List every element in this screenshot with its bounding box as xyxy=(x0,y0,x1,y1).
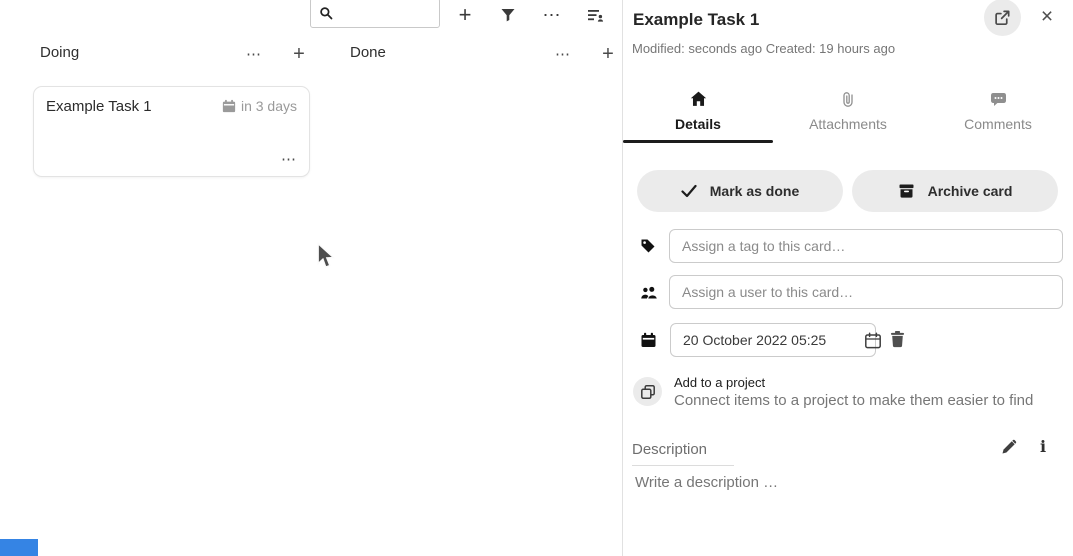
tag-icon xyxy=(640,238,656,254)
column-header-done: Done ⋯ + xyxy=(350,44,620,70)
filter-button[interactable] xyxy=(495,2,521,28)
chat-bubble-icon xyxy=(990,89,1007,109)
mouse-cursor xyxy=(315,242,339,272)
due-date-row xyxy=(623,323,1073,357)
tab-label: Comments xyxy=(964,116,1032,132)
card-title: Example Task 1 xyxy=(46,98,152,115)
assign-tag-input[interactable] xyxy=(669,229,1063,263)
panel-title: Example Task 1 xyxy=(633,10,759,30)
column-done-add-card-button[interactable]: + xyxy=(595,41,621,67)
sort-list-icon xyxy=(587,7,604,23)
tab-label: Attachments xyxy=(809,116,887,132)
app-window: + ⋯ Doing ⋯ + xyxy=(0,0,1073,556)
add-to-project-title: Add to a project xyxy=(674,375,1033,390)
archive-card-button[interactable]: Archive card xyxy=(852,170,1058,212)
external-link-icon xyxy=(994,9,1011,26)
paperclip-icon xyxy=(842,89,854,109)
column-title: Doing xyxy=(40,44,79,61)
user-row xyxy=(623,275,1073,309)
remove-due-date-button[interactable] xyxy=(889,330,906,348)
tab-comments[interactable]: Comments xyxy=(923,84,1073,143)
due-date-field[interactable] xyxy=(670,323,876,357)
kanban-board: + ⋯ Doing ⋯ + xyxy=(0,0,622,556)
open-calendar-button[interactable] xyxy=(864,332,882,349)
card-details-panel: Example Task 1 Modified: seconds ago Cre… xyxy=(623,0,1073,556)
archive-card-label: Archive card xyxy=(928,183,1013,199)
search-icon xyxy=(319,6,333,20)
open-in-window-button[interactable] xyxy=(984,0,1021,36)
column-header-doing: Doing ⋯ + xyxy=(40,44,310,70)
due-date-input[interactable] xyxy=(683,332,864,348)
add-board-item-button[interactable]: + xyxy=(452,2,478,28)
column-doing-add-card-button[interactable]: + xyxy=(286,41,312,67)
card-due-date: in 3 days xyxy=(222,98,297,114)
search-input[interactable] xyxy=(339,6,435,21)
calendar-outline-icon xyxy=(864,332,882,349)
mark-as-done-button[interactable]: Mark as done xyxy=(637,170,843,212)
card-due-label: in 3 days xyxy=(241,98,297,114)
description-placeholder[interactable]: Write a description … xyxy=(635,474,778,491)
add-to-project-row[interactable]: Add to a project Connect items to a proj… xyxy=(633,375,1033,409)
home-icon xyxy=(690,89,707,109)
board-menu-button[interactable]: ⋯ xyxy=(539,2,565,28)
funnel-icon xyxy=(500,7,516,23)
tab-details[interactable]: Details xyxy=(623,84,773,143)
users-icon xyxy=(640,285,658,300)
tag-row xyxy=(623,229,1073,263)
trash-icon xyxy=(889,330,906,348)
calendar-icon xyxy=(640,332,657,348)
info-icon[interactable]: i xyxy=(1040,437,1046,456)
sort-view-button[interactable] xyxy=(582,2,608,28)
mark-as-done-label: Mark as done xyxy=(710,183,799,199)
assign-user-input[interactable] xyxy=(669,275,1063,309)
column-doing-menu-button[interactable]: ⋯ xyxy=(241,41,267,67)
project-stack-icon xyxy=(633,377,662,406)
description-label: Description xyxy=(632,441,734,466)
calendar-icon xyxy=(222,99,236,113)
search-box[interactable] xyxy=(310,0,440,28)
add-to-project-subtitle: Connect items to a project to make them … xyxy=(674,392,1033,409)
description-header: Description i xyxy=(623,437,1073,463)
column-title: Done xyxy=(350,44,386,61)
panel-modified-created: Modified: seconds ago Created: 19 hours … xyxy=(632,41,895,56)
card-menu-button[interactable]: ⋯ xyxy=(281,150,297,168)
bottom-left-blue-box xyxy=(0,539,38,556)
pencil-icon xyxy=(1001,439,1017,455)
task-card[interactable]: Example Task 1 in 3 days ⋯ xyxy=(33,86,310,177)
column-done-menu-button[interactable]: ⋯ xyxy=(550,41,576,67)
check-icon xyxy=(681,184,697,198)
archive-box-icon xyxy=(898,183,915,199)
close-panel-button[interactable]: × xyxy=(1034,3,1060,29)
tab-attachments[interactable]: Attachments xyxy=(773,84,923,143)
tab-label: Details xyxy=(675,116,721,132)
tab-bar: Details Attachments xyxy=(623,84,1073,143)
edit-description-button[interactable] xyxy=(1001,439,1017,455)
